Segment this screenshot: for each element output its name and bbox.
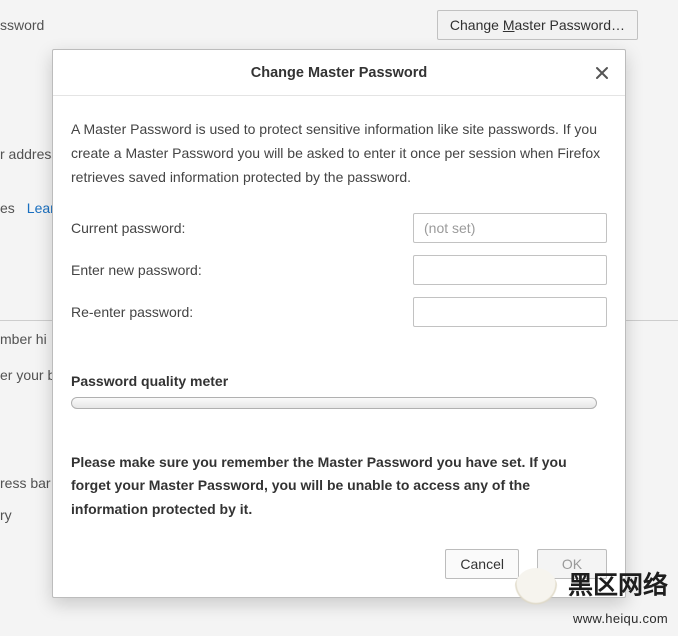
intro-text: A Master Password is used to protect sen… — [71, 118, 607, 189]
new-password-label: Enter new password: — [71, 262, 413, 278]
new-password-input[interactable] — [413, 255, 607, 285]
watermark: 黑区网络 www.heiqu.com — [514, 568, 668, 626]
cancel-button[interactable]: Cancel — [445, 549, 519, 579]
current-password-label: Current password: — [71, 220, 413, 236]
reenter-password-input[interactable] — [413, 297, 607, 327]
warning-text: Please make sure you remember the Master… — [71, 451, 607, 520]
change-master-password-dialog: Change Master Password A Master Password… — [52, 49, 626, 598]
mushroom-icon — [514, 568, 558, 612]
watermark-sub: www.heiqu.com — [514, 612, 668, 626]
dialog-header: Change Master Password — [53, 50, 625, 96]
watermark-main: 黑区网络 — [568, 571, 668, 599]
reenter-password-label: Re-enter password: — [71, 304, 413, 320]
password-quality-meter — [71, 397, 597, 409]
current-password-input[interactable] — [413, 213, 607, 243]
dialog-title: Change Master Password — [251, 65, 427, 81]
close-icon[interactable] — [591, 62, 613, 84]
quality-meter-label: Password quality meter — [71, 373, 607, 389]
